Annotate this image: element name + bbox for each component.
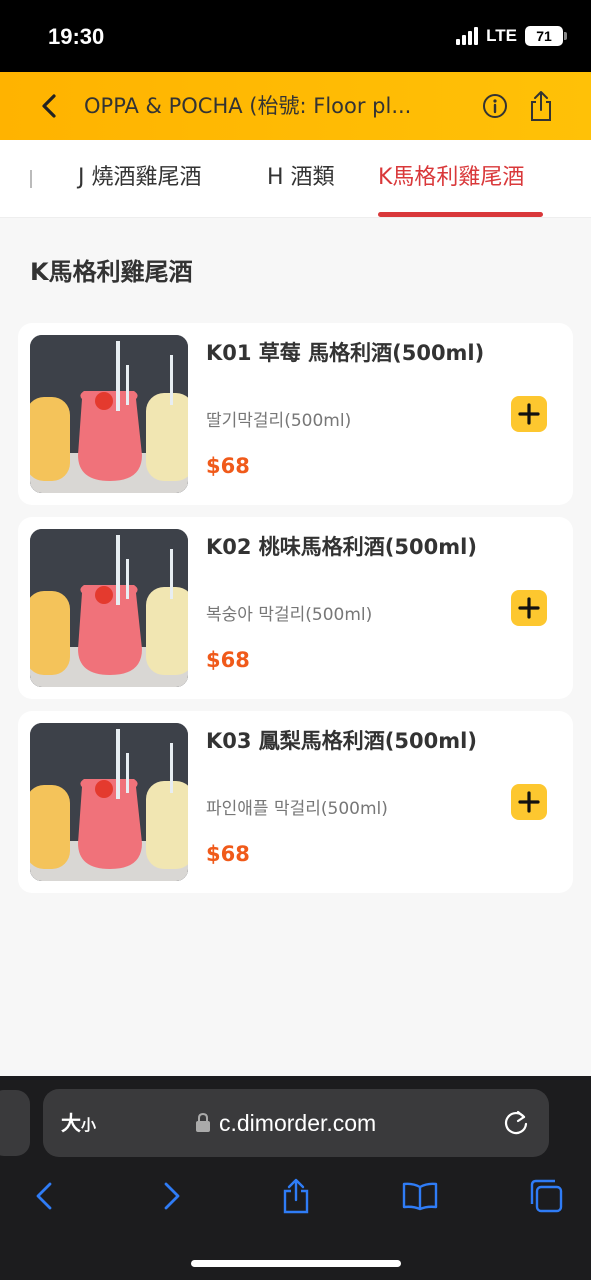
product-card[interactable]: K02 桃味馬格利酒(500ml) 복숭아 막걸리(500ml) $68 [18, 517, 573, 699]
menu-content: K馬格利雞尾酒 K01 草莓 馬格利酒(500ml) 딸기막걸리(500ml) … [0, 218, 591, 1076]
product-image [30, 723, 188, 881]
tab-divider [30, 170, 32, 188]
back-icon [42, 94, 56, 118]
restaurant-header: OPPA & POCHA (枱號: Floor pl... [0, 72, 591, 140]
add-to-cart-button[interactable] [511, 396, 547, 432]
tabs-button[interactable] [526, 1176, 566, 1216]
reload-icon[interactable] [502, 1108, 530, 1138]
product-name: K01 草莓 馬格利酒(500ml) [206, 341, 485, 365]
add-to-cart-button[interactable] [511, 590, 547, 626]
info-button[interactable] [482, 93, 508, 119]
address-bar[interactable]: 大小 c.dimorder.com [43, 1089, 549, 1157]
back-button[interactable] [34, 90, 64, 122]
signal-icon [456, 27, 479, 45]
product-image [30, 335, 188, 493]
lock-icon [196, 1113, 210, 1132]
product-subtitle: 복숭아 막걸리(500ml) [206, 605, 373, 625]
status-time: 19:30 [48, 24, 105, 49]
product-price: $68 [206, 648, 250, 672]
share-button[interactable] [528, 90, 554, 122]
tab-h-liquor[interactable]: H 酒類 [267, 162, 335, 194]
safari-back-icon [36, 1182, 52, 1210]
status-indicators: LTE 71 [456, 26, 567, 46]
safari-forward-button[interactable] [152, 1176, 192, 1216]
info-icon [483, 94, 507, 118]
plus-icon [518, 791, 540, 813]
text-size-label: 大 [61, 1111, 81, 1135]
tab-j-soju-cocktail[interactable]: J 燒酒雞尾酒 [78, 162, 201, 194]
plus-icon [518, 597, 540, 619]
url-text: c.dimorder.com [219, 1110, 377, 1136]
product-subtitle: 파인애플 막걸리(500ml) [206, 799, 388, 819]
product-image [30, 529, 188, 687]
category-tabs: J 燒酒雞尾酒 H 酒類 K馬格利雞尾酒 [0, 140, 591, 218]
home-indicator [191, 1260, 401, 1267]
safari-share-button[interactable] [276, 1176, 316, 1216]
safari-back-button[interactable] [24, 1176, 64, 1216]
safari-forward-icon [164, 1182, 180, 1210]
product-card[interactable]: K03 鳳梨馬格利酒(500ml) 파인애플 막걸리(500ml) $68 [18, 711, 573, 893]
text-size-button[interactable]: 大小 [61, 1109, 96, 1139]
safari-share-icon [283, 1178, 309, 1214]
product-subtitle: 딸기막걸리(500ml) [206, 411, 352, 431]
product-name: K02 桃味馬格利酒(500ml) [206, 535, 477, 559]
share-icon [531, 91, 551, 121]
product-price: $68 [206, 454, 250, 478]
network-type: LTE [486, 26, 517, 45]
text-size-small: 小 [81, 1116, 97, 1134]
bookmarks-button[interactable] [400, 1176, 440, 1216]
previous-tab-preview[interactable] [0, 1090, 30, 1156]
bookmarks-icon [402, 1182, 438, 1211]
add-to-cart-button[interactable] [511, 784, 547, 820]
active-tab-indicator [378, 212, 543, 217]
browser-toolbar: 大小 c.dimorder.com [0, 1076, 591, 1280]
tabs-icon [530, 1179, 563, 1213]
section-title: K馬格利雞尾酒 [30, 258, 193, 286]
product-name: K03 鳳梨馬格利酒(500ml) [206, 729, 477, 753]
status-bar: 19:30 LTE 71 [0, 0, 591, 72]
battery-icon: 71 [525, 26, 567, 46]
product-price: $68 [206, 842, 250, 866]
tab-k-makgeolli-cocktail[interactable]: K馬格利雞尾酒 [378, 162, 524, 194]
restaurant-title: OPPA & POCHA (枱號: Floor pl... [84, 94, 412, 118]
plus-icon [518, 403, 540, 425]
product-card[interactable]: K01 草莓 馬格利酒(500ml) 딸기막걸리(500ml) $68 [18, 323, 573, 505]
